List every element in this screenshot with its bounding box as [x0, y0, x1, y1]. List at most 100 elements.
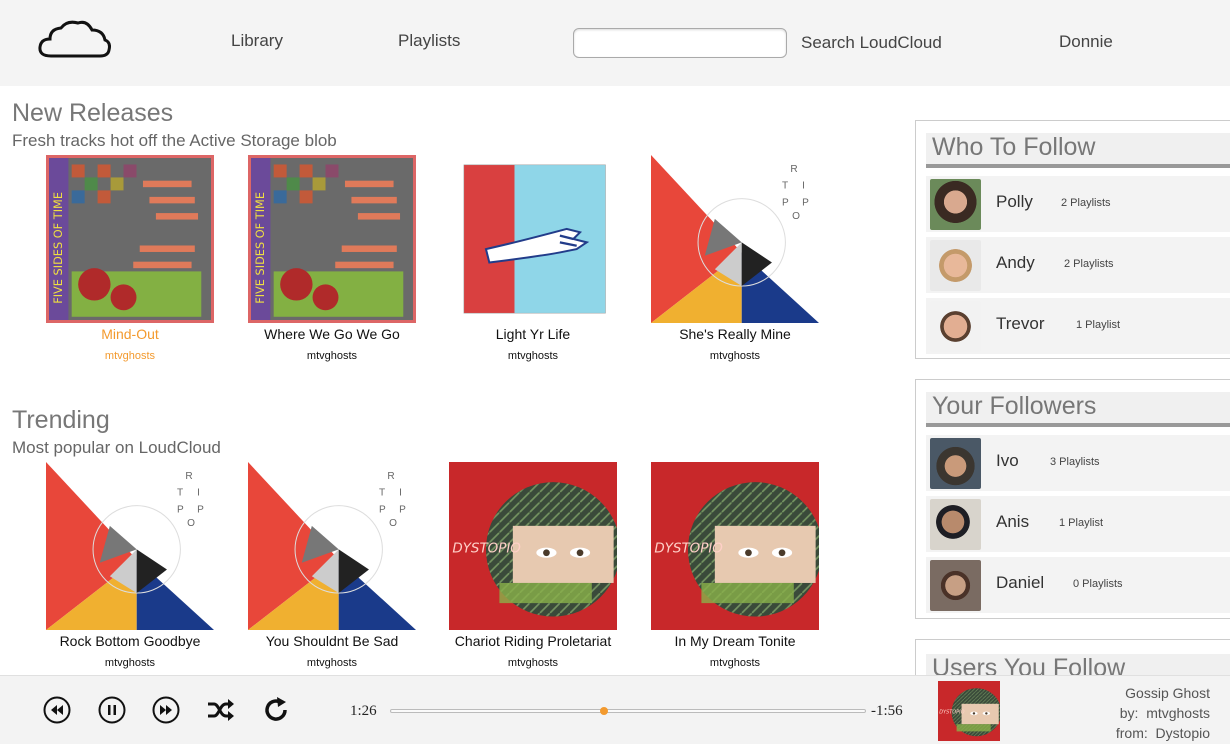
album-artist[interactable]: mtvghosts — [247, 350, 417, 362]
follow-suggestion[interactable]: Polly 2 Playlists — [926, 176, 1230, 232]
shuffle-icon[interactable] — [205, 695, 235, 725]
user-menu[interactable]: Donnie — [1059, 32, 1113, 52]
album-cover[interactable]: RTIPPO — [248, 462, 416, 630]
album-card[interactable]: FIVE SIDES OF TIME Where We Go We Go mtv… — [247, 155, 417, 362]
svg-text:FIVE SIDES OF TIME: FIVE SIDES OF TIME — [253, 192, 267, 304]
svg-text:I: I — [802, 181, 805, 192]
album-title[interactable]: Light Yr Life — [448, 326, 618, 342]
nav-playlists[interactable]: Playlists — [398, 31, 460, 51]
remaining-time: -1:56 — [871, 703, 903, 719]
album-cover[interactable] — [449, 155, 617, 323]
playlist-count: 3 Playlists — [1050, 456, 1100, 468]
now-playing-cover[interactable]: DYSTOPIO — [938, 681, 1000, 741]
person-name[interactable]: Andy — [996, 253, 1035, 273]
fast-forward-icon[interactable] — [151, 695, 181, 725]
repeat-icon[interactable] — [261, 695, 291, 725]
svg-text:DYSTOPIO: DYSTOPIO — [452, 542, 521, 557]
who-to-follow-panel: Who To Follow Polly 2 Playlists Andy 2 P… — [915, 120, 1230, 359]
album-cover[interactable]: DYSTOPIO — [651, 462, 819, 630]
album-artist[interactable]: mtvghosts — [650, 350, 820, 362]
person-name[interactable]: Trevor — [996, 314, 1045, 334]
person-name[interactable]: Ivo — [996, 451, 1019, 471]
album-cover[interactable]: FIVE SIDES OF TIME — [248, 155, 416, 323]
avatar[interactable] — [930, 560, 981, 611]
nav-library[interactable]: Library — [231, 31, 283, 51]
by-label: by: — [1119, 705, 1139, 721]
svg-text:T: T — [782, 181, 788, 192]
person-name[interactable]: Daniel — [996, 573, 1044, 593]
svg-text:O: O — [389, 518, 397, 529]
album-title[interactable]: Chariot Riding Proletariat — [448, 633, 618, 649]
album-title[interactable]: You Shouldnt Be Sad — [247, 633, 417, 649]
playlist-count: 1 Playlist — [1059, 517, 1104, 529]
album-cover[interactable]: DYSTOPIO — [449, 462, 617, 630]
avatar[interactable] — [930, 240, 981, 291]
follower[interactable]: Ivo 3 Playlists — [926, 435, 1230, 491]
svg-text:T: T — [177, 488, 183, 499]
search-input[interactable] — [573, 28, 787, 58]
svg-text:O: O — [187, 518, 195, 529]
album-title[interactable]: In My Dream Tonite — [650, 633, 820, 649]
pause-icon[interactable] — [97, 695, 127, 725]
album-card[interactable]: FIVE SIDES OF TIME Mind-Out mtvghosts — [45, 155, 215, 362]
album-cover[interactable]: RTIPPO — [46, 462, 214, 630]
person-name[interactable]: Anis — [996, 512, 1029, 532]
progress-bar[interactable] — [390, 707, 866, 715]
album-artist[interactable]: mtvghosts — [448, 657, 618, 669]
svg-text:DYSTOPIO: DYSTOPIO — [939, 709, 964, 715]
album-artist[interactable]: mtvghosts — [448, 350, 618, 362]
album-title[interactable]: Mind-Out — [45, 326, 215, 342]
album-artist[interactable]: mtvghosts — [45, 657, 215, 669]
album-title[interactable]: She's Really Mine — [650, 326, 820, 342]
playlist-count: 2 Playlists — [1064, 258, 1114, 270]
svg-text:FIVE SIDES OF TIME: FIVE SIDES OF TIME — [51, 192, 65, 304]
new-releases-title: New Releases — [12, 99, 174, 127]
search-label[interactable]: Search LoudCloud — [801, 33, 942, 53]
avatar[interactable] — [930, 438, 981, 489]
album-artist[interactable]: mtvghosts — [247, 657, 417, 669]
album-title[interactable]: Rock Bottom Goodbye — [45, 633, 215, 649]
album-card[interactable]: Light Yr Life mtvghosts — [448, 155, 618, 362]
album-card[interactable]: RTIPPO Rock Bottom Goodbye mtvghosts — [45, 462, 215, 669]
now-playing-album[interactable]: Dystopio — [1156, 725, 1210, 741]
follower[interactable]: Daniel 0 Playlists — [926, 557, 1230, 613]
your-followers-title: Your Followers — [926, 392, 1230, 427]
loudcloud-logo-icon[interactable] — [37, 18, 111, 62]
trending-title: Trending — [12, 406, 110, 434]
svg-text:I: I — [197, 488, 200, 499]
from-label: from: — [1115, 725, 1148, 741]
album-artist[interactable]: mtvghosts — [45, 350, 215, 362]
album-cover[interactable]: FIVE SIDES OF TIME — [46, 155, 214, 323]
album-card[interactable]: DYSTOPIO In My Dream Tonite mtvghosts — [650, 462, 820, 669]
svg-text:O: O — [792, 211, 800, 222]
album-artist[interactable]: mtvghosts — [650, 657, 820, 669]
album-cover[interactable]: RTIPPO — [651, 155, 819, 323]
svg-text:P: P — [197, 504, 204, 515]
person-name[interactable]: Polly — [996, 192, 1033, 212]
new-releases-subtitle: Fresh tracks hot off the Active Storage … — [12, 131, 337, 150]
follower[interactable]: Anis 1 Playlist — [926, 496, 1230, 552]
player-bar: 1:26 -1:56 DYSTOPIO Gossip Ghost by: mtv… — [0, 675, 1230, 744]
avatar[interactable] — [930, 499, 981, 550]
now-playing-track[interactable]: Gossip Ghost — [1116, 683, 1210, 703]
now-playing-artist[interactable]: mtvghosts — [1146, 705, 1210, 721]
progress-knob[interactable] — [600, 707, 609, 715]
album-card[interactable]: DYSTOPIO Chariot Riding Proletariat mtvg… — [448, 462, 618, 669]
follow-suggestion[interactable]: Trevor 1 Playlist — [926, 298, 1230, 354]
svg-text:R: R — [185, 471, 192, 482]
avatar[interactable] — [930, 179, 981, 230]
album-title[interactable]: Where We Go We Go — [247, 326, 417, 342]
top-header: Library Playlists Search LoudCloud Donni… — [0, 0, 1230, 86]
who-to-follow-title: Who To Follow — [926, 133, 1230, 168]
rewind-icon[interactable] — [42, 695, 72, 725]
playlist-count: 1 Playlist — [1076, 319, 1121, 331]
follow-suggestion[interactable]: Andy 2 Playlists — [926, 237, 1230, 293]
svg-text:P: P — [782, 197, 789, 208]
now-playing-info: Gossip Ghost by: mtvghosts from: Dystopi… — [1116, 683, 1210, 743]
album-card[interactable]: RTIPPO She's Really Mine mtvghosts — [650, 155, 820, 362]
album-card[interactable]: RTIPPO You Shouldnt Be Sad mtvghosts — [247, 462, 417, 669]
avatar[interactable] — [930, 301, 981, 352]
your-followers-panel: Your Followers Ivo 3 Playlists Anis 1 Pl… — [915, 379, 1230, 619]
svg-text:I: I — [399, 488, 402, 499]
svg-text:T: T — [379, 488, 385, 499]
